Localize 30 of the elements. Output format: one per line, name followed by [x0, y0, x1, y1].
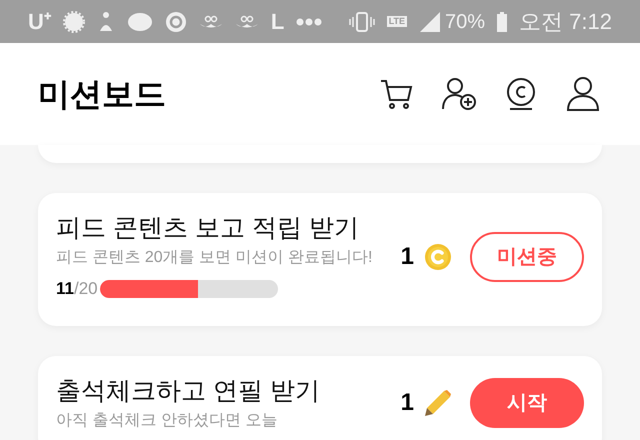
user-icon[interactable] — [566, 77, 600, 111]
reward-amount: 1 — [400, 388, 414, 418]
mission-description: 피드 콘텐츠 20개를 보면 미션이 완료됩니다! — [56, 248, 374, 268]
add-user-icon[interactable] — [442, 77, 476, 111]
mission-button[interactable]: 시작 — [470, 378, 584, 428]
page-title: 미션보드 — [38, 75, 166, 114]
progress-count: 11/20 — [56, 278, 98, 300]
reward-amount: 1 — [400, 242, 414, 272]
battery-icon — [497, 12, 508, 32]
mustache-icon — [198, 14, 223, 28]
clock: 오전 7:12 — [519, 8, 612, 36]
notification-text: U⁺ — [28, 10, 51, 32]
coin-icon — [424, 243, 452, 272]
coin-icon[interactable] — [504, 77, 538, 111]
mission-title: 출석체크하고 연필 받기 — [56, 376, 321, 407]
badge-icon — [62, 10, 85, 32]
signal-icon — [419, 12, 442, 32]
more-icon — [296, 18, 322, 26]
notification-text: L — [270, 10, 284, 32]
mission-description: 아직 출석체크 안하셨다면 오늘 — [56, 411, 278, 431]
mission-button[interactable]: 미션중 — [470, 232, 584, 282]
vibrate-icon — [348, 12, 375, 32]
cart-icon[interactable] — [380, 77, 414, 111]
network-type: LTE — [386, 16, 408, 28]
chat-bubble-icon — [126, 12, 153, 32]
mustache-icon — [234, 14, 259, 28]
coin-icon — [164, 10, 187, 32]
battery-percent: 70% — [445, 10, 486, 34]
pencil-icon — [424, 389, 452, 418]
mission-title: 피드 콘텐츠 보고 적립 받기 — [56, 213, 360, 244]
